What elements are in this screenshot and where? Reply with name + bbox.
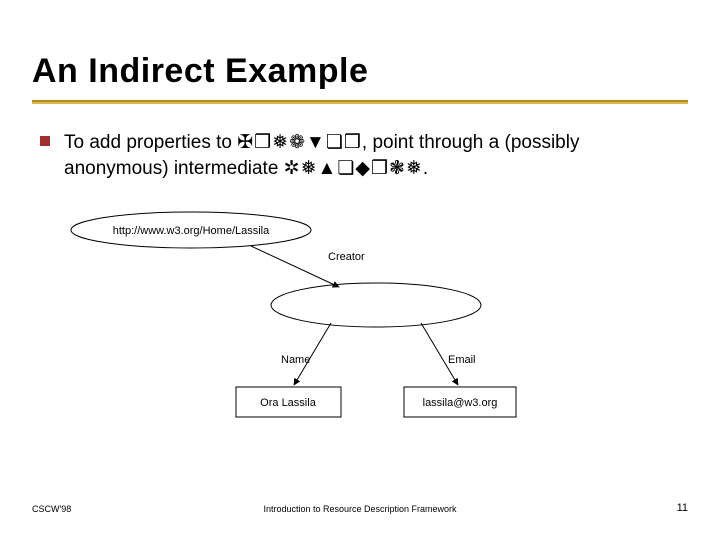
symbol-resource: ✲❅▲❏◆❒❃❅ <box>284 158 423 179</box>
rdf-graph-diagram: http://www.w3.org/Home/Lassila Creator N… <box>46 205 606 455</box>
page-number: 11 <box>677 502 688 514</box>
edge-name-label: Name <box>281 354 310 366</box>
edge-email-label: Email <box>448 354 476 366</box>
slide-title: An Indirect Example <box>32 52 368 91</box>
bullet-text-pre: To add properties to <box>64 132 237 153</box>
square-bullet-icon <box>40 136 50 146</box>
node-top-label: http://www.w3.org/Home/Lassila <box>113 225 270 237</box>
bullet-item: To add properties to ✠❒❅❁▼❏❒, point thro… <box>40 130 680 181</box>
edge-creator-label: Creator <box>328 251 365 263</box>
box-email-label: lassila@w3.org <box>423 397 498 409</box>
footer-center: Introduction to Resource Description Fra… <box>0 504 720 514</box>
bullet-text: To add properties to ✠❒❅❁▼❏❒, point thro… <box>64 130 680 181</box>
title-underline <box>32 100 688 104</box>
symbol-creator: ✠❒❅❁▼❏❒ <box>237 132 362 153</box>
bullet-text-post: . <box>423 158 428 179</box>
box-name-label: Ora Lassila <box>260 397 317 409</box>
